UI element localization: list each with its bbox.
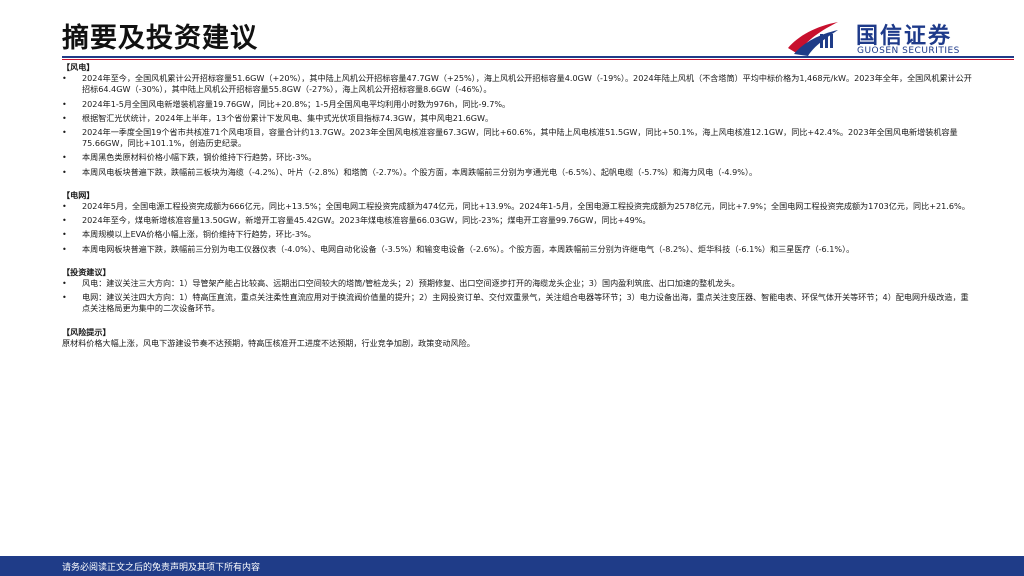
list-item: 根据智汇光伏统计，2024年上半年，13个省份累计下发风电、集中式光伏项目指标7…	[62, 113, 976, 124]
section-heading-advice: 【投资建议】	[62, 266, 111, 277]
list-item: 风电：建议关注三大方向：1）导管架产能占比较高、远期出口空间较大的塔筒/管桩龙头…	[62, 278, 976, 289]
list-item: 本周规模以上EVA价格小幅上涨，铜价维持下行趋势，环比-3%。	[62, 229, 976, 240]
brand: 国信证券 GUOSEN SECURITIES	[786, 16, 996, 58]
list-item: 2024年5月，全国电源工程投资完成额为666亿元，同比+13.5%；全国电网工…	[62, 201, 976, 212]
list-item: 2024年至今，全国风机累计公开招标容量51.6GW（+20%），其中陆上风机公…	[62, 73, 976, 95]
header-divider-red	[62, 59, 1014, 60]
wind-list: 2024年至今，全国风机累计公开招标容量51.6GW（+20%），其中陆上风机公…	[62, 73, 976, 178]
page-title: 摘要及投资建议	[62, 23, 258, 54]
footer-bar: 请务必阅读正文之后的免责声明及其项下所有内容	[0, 556, 1024, 576]
advice-list: 风电：建议关注三大方向：1）导管架产能占比较高、远期出口空间较大的塔筒/管桩龙头…	[62, 278, 976, 315]
footer-disclaimer: 请务必阅读正文之后的免责声明及其项下所有内容	[62, 563, 261, 573]
summary-content: 【风电】 2024年至今，全国风机累计公开招标容量51.6GW（+20%），其中…	[62, 62, 976, 349]
list-item: 本周黑色类原材料价格小幅下跌，钢价维持下行趋势，环比-3%。	[62, 152, 976, 163]
guosen-logo-icon	[788, 22, 838, 56]
risk-text: 原材料价格大幅上涨，风电下游建设节奏不达预期，特高压核准开工进度不达预期，行业竞…	[62, 337, 475, 348]
section-heading-risk: 【风险提示】	[62, 326, 111, 337]
list-item: 本周风电板块普遍下跌，跌幅前三板块为海缆（-4.2%）、叶片（-2.8%）和塔筒…	[62, 167, 976, 178]
list-item: 2024年一季度全国19个省市共核准71个风电项目，容量合计约13.7GW。20…	[62, 127, 976, 149]
list-item: 本周电网板块普遍下跌，跌幅前三分别为电工仪器仪表（-4.0%）、电网自动化设备（…	[62, 244, 976, 255]
section-heading-grid: 【电网】	[62, 189, 95, 200]
list-item: 2024年1-5月全国风电新增装机容量19.76GW，同比+20.8%；1-5月…	[62, 99, 976, 110]
list-item: 电网：建议关注四大方向：1）特高压直流，重点关注柔性直流应用对于换流阀价值量的提…	[62, 292, 976, 314]
brand-name-en: GUOSEN SECURITIES	[857, 46, 960, 56]
list-item: 2024年至今，煤电新增核准容量13.50GW，新增开工容量45.42GW。20…	[62, 215, 976, 226]
header: 摘要及投资建议 国信证券 GUOSEN SECURITIES	[0, 0, 1024, 62]
header-divider-blue	[62, 56, 1014, 58]
section-heading-wind: 【风电】	[62, 62, 95, 72]
grid-list: 2024年5月，全国电源工程投资完成额为666亿元，同比+13.5%；全国电网工…	[62, 201, 976, 255]
